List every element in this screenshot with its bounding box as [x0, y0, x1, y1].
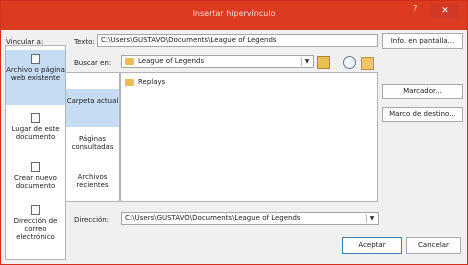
browse-web-icon[interactable]	[317, 56, 330, 69]
ok-button[interactable]: Aceptar	[342, 237, 402, 254]
insert-hyperlink-dialog: Insertar hipervínculo ? ✕ Vincular a: Te…	[0, 0, 468, 265]
address-value: C:\Users\GUSTAVO\Documents\League of Leg…	[125, 214, 301, 222]
close-button[interactable]: ✕	[431, 4, 459, 19]
open-folder-icon[interactable]	[361, 57, 374, 70]
lookin-label: Buscar en:	[74, 59, 112, 67]
scope-list: Carpeta actual Páginas consultadas Archi…	[65, 72, 120, 202]
help-button[interactable]: ?	[413, 4, 417, 13]
target-frame-button[interactable]: Marco de destino...	[382, 107, 463, 122]
scope-recent-files[interactable]: Archivos recientes	[66, 171, 119, 197]
chevron-down-icon[interactable]: ▼	[366, 214, 377, 223]
text-label: Texto:	[74, 38, 95, 46]
bookmark-button[interactable]: Marcador...	[382, 84, 463, 99]
screentip-button[interactable]: Info. en pantalla...	[382, 33, 463, 49]
link-to-nav: Archivo o página web existente Lugar de …	[5, 45, 66, 260]
folder-icon	[125, 78, 134, 86]
folder-icon	[125, 57, 134, 65]
address-field[interactable]: C:\Users\GUSTAVO\Documents\League of Leg…	[121, 212, 379, 225]
web-page-icon	[31, 54, 40, 64]
text-field[interactable]: C:\Users\GUSTAVO\Documents\League of Leg…	[97, 34, 378, 47]
nav-place-in-document[interactable]: Lugar de este documento	[6, 110, 65, 154]
list-item[interactable]: Replays	[125, 78, 165, 86]
nav-new-document-label: Crear nuevo documento	[14, 174, 57, 190]
address-label: Dirección:	[74, 216, 110, 224]
scope-current-folder[interactable]: Carpeta actual	[66, 89, 119, 127]
nav-email-address[interactable]: Dirección de correo electrónico	[6, 202, 65, 252]
lookin-value: League of Legends	[138, 57, 205, 65]
lookin-dropdown[interactable]: League of Legends ▼	[121, 55, 314, 68]
file-list: Replays	[120, 72, 378, 202]
chevron-down-icon[interactable]: ▼	[301, 57, 312, 66]
list-item-label: Replays	[138, 78, 166, 86]
scope-browsed-pages[interactable]: Páginas consultadas	[66, 133, 119, 159]
nav-place-in-document-label: Lugar de este documento	[11, 125, 60, 141]
email-icon	[31, 205, 40, 215]
document-place-icon	[31, 113, 40, 123]
dialog-title: Insertar hipervínculo	[192, 9, 276, 18]
title-bar: Insertar hipervínculo ? ✕	[1, 1, 467, 30]
nav-existing-file[interactable]: Archivo o página web existente	[6, 50, 65, 105]
nav-existing-file-label: Archivo o página web existente	[6, 66, 65, 82]
nav-new-document[interactable]: Crear nuevo documento	[6, 159, 65, 199]
browse-file-icon[interactable]	[343, 56, 356, 69]
cancel-button[interactable]: Cancelar	[406, 237, 461, 254]
new-document-icon	[31, 162, 40, 172]
nav-email-address-label: Dirección de correo electrónico	[13, 217, 58, 241]
